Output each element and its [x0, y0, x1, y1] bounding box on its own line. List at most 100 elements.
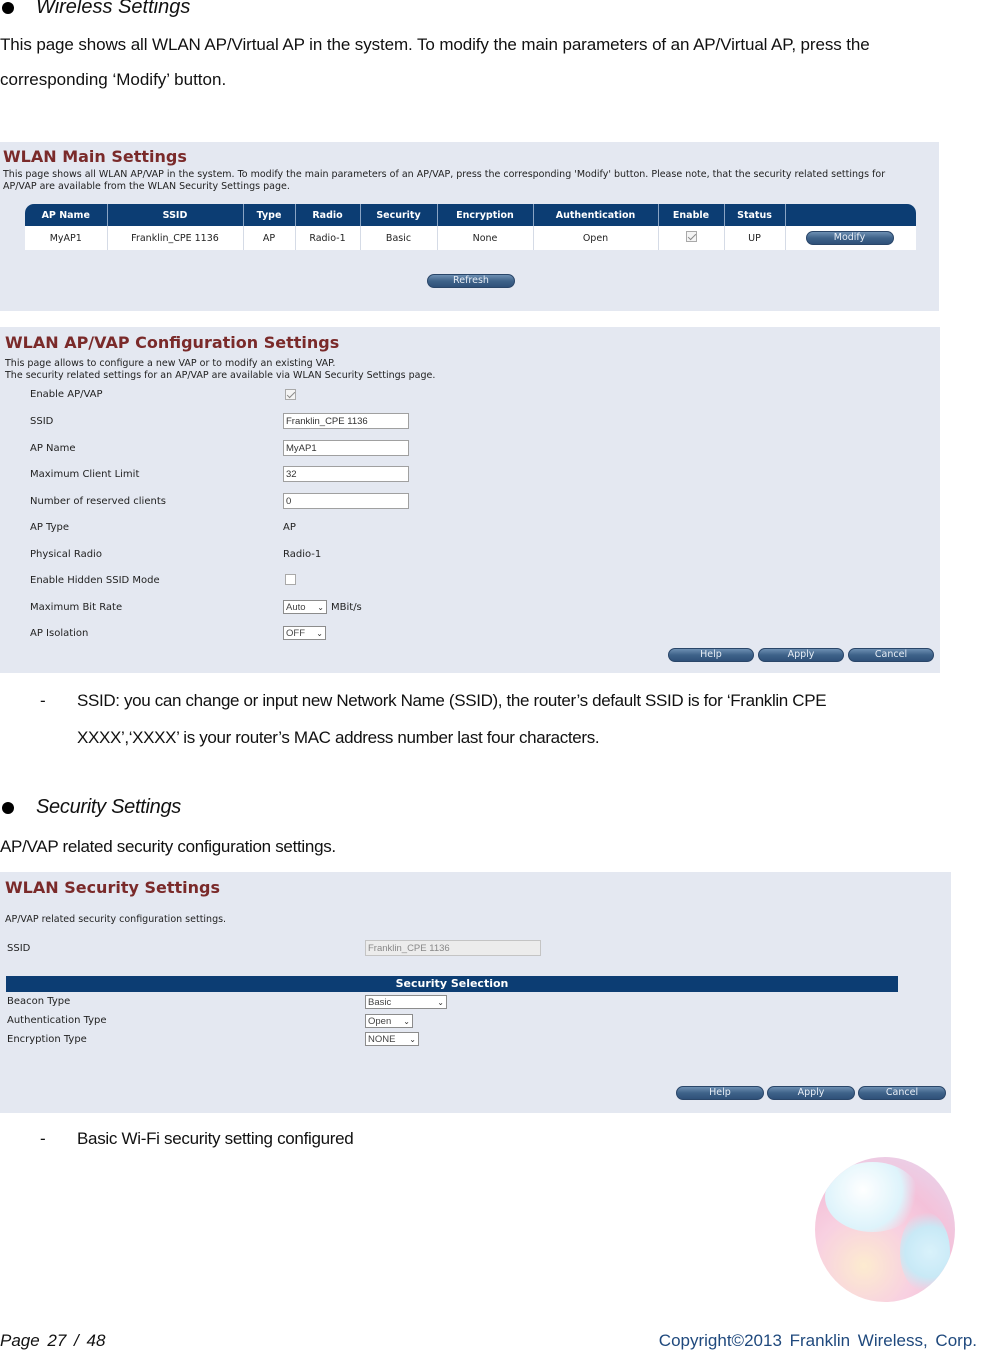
- cell-authentication: Open: [533, 226, 659, 250]
- cell-radio: Radio-1: [295, 226, 361, 250]
- wireless-paragraph: This page shows all WLAN AP/Virtual AP i…: [0, 27, 981, 97]
- desc-line: The security related settings for an AP/…: [5, 369, 436, 381]
- hidden-ssid-control: [285, 574, 296, 588]
- max-client-input[interactable]: [283, 466, 409, 482]
- chevron-down-icon: ⌄: [316, 628, 323, 638]
- heading-text: Security Settings: [36, 796, 181, 818]
- security-note: - Basic Wi-Fi security setting configure…: [40, 1120, 981, 1157]
- logo-swirl: [900, 1212, 950, 1292]
- hidden-ssid-checkbox[interactable]: [285, 574, 296, 585]
- apply-button[interactable]: Apply: [758, 648, 844, 662]
- note-line: XXXX’,‘XXXX’ is your router’s MAC addres…: [77, 728, 600, 747]
- ap-isolation-select[interactable]: OFF ⌄: [283, 626, 326, 640]
- modify-button[interactable]: Modify: [805, 231, 894, 245]
- note-line: SSID: you can change or input new Networ…: [77, 691, 827, 710]
- enable-ap-label: Enable AP/VAP: [30, 389, 103, 400]
- paragraph-line: corresponding ‘Modify’ button.: [0, 70, 227, 89]
- col-ssid: SSID: [107, 204, 244, 226]
- table-header-row: AP Name SSID Type Radio Security Encrypt…: [25, 204, 916, 226]
- cell-status: UP: [724, 226, 786, 250]
- table-row: MyAP1 Franklin_CPE 1136 AP Radio-1 Basic…: [25, 226, 916, 250]
- cell-type: AP: [243, 226, 296, 250]
- enable-checkbox[interactable]: [685, 231, 697, 242]
- col-security: Security: [360, 204, 438, 226]
- panel-title: WLAN Main Settings: [3, 147, 187, 166]
- hidden-ssid-label: Enable Hidden SSID Mode: [30, 575, 160, 586]
- ap-name-input[interactable]: [283, 440, 409, 456]
- cell-action: Modify: [785, 226, 916, 250]
- bullet-icon: [2, 1, 14, 14]
- col-status: Status: [724, 204, 786, 226]
- desc-line: AP/VAP are available from the WLAN Secur…: [3, 180, 290, 192]
- security-selection-header: Security Selection: [6, 976, 898, 992]
- note-line: Basic Wi-Fi security setting configured: [77, 1129, 354, 1148]
- beacon-type-label: Beacon Type: [7, 996, 71, 1007]
- ap-name-label: AP Name: [30, 443, 76, 454]
- max-client-label: Maximum Client Limit: [30, 469, 140, 480]
- max-bitrate-control: Auto ⌄ MBit/s: [283, 600, 362, 614]
- help-button[interactable]: Help: [676, 1086, 764, 1100]
- wlan-ap-table: AP Name SSID Type Radio Security Encrypt…: [25, 204, 916, 250]
- chevron-down-icon: ⌄: [409, 1034, 416, 1044]
- cell-enable: [658, 226, 725, 250]
- chevron-down-icon: ⌄: [317, 602, 324, 612]
- cell-security: Basic: [360, 226, 438, 250]
- col-radio: Radio: [295, 204, 361, 226]
- cancel-button[interactable]: Cancel: [848, 648, 934, 662]
- reserved-clients-input[interactable]: [283, 493, 409, 509]
- panel-title: WLAN Security Settings: [5, 878, 220, 897]
- max-client-control: [283, 466, 409, 482]
- ssid-label: SSID: [30, 416, 54, 427]
- panel-description: This page shows all WLAN AP/VAP in the s…: [3, 169, 933, 192]
- ssid-control: [283, 413, 409, 429]
- paragraph-line: This page shows all WLAN AP/Virtual AP i…: [0, 35, 870, 54]
- ssid-input[interactable]: [283, 413, 409, 429]
- ap-isolation-label: AP Isolation: [30, 628, 89, 639]
- bullet-icon: [2, 801, 14, 814]
- col-action: [785, 204, 916, 226]
- panel-description: This page allows to configure a new VAP …: [5, 358, 905, 381]
- ap-isolation-control: OFF ⌄: [283, 626, 326, 640]
- copyright-text: Copyright©2013 Franklin Wireless, Corp.: [658, 1331, 977, 1350]
- auth-type-select[interactable]: Open ⌄: [365, 1014, 413, 1028]
- dash-bullet: -: [40, 691, 46, 710]
- chevron-down-icon: ⌄: [437, 997, 444, 1007]
- select-value: Auto: [286, 601, 306, 613]
- col-enable: Enable: [658, 204, 725, 226]
- refresh-button[interactable]: Refresh: [427, 274, 515, 288]
- wlan-config-panel: WLAN AP/VAP Configuration Settings This …: [0, 327, 940, 673]
- enable-ap-control: [285, 389, 296, 403]
- ssid-note: - SSID: you can change or input new Netw…: [40, 682, 981, 756]
- enable-ap-checkbox[interactable]: [285, 389, 296, 400]
- panel-description: AP/VAP related security configuration se…: [5, 914, 227, 925]
- reserved-clients-control: [283, 493, 409, 509]
- wlan-security-panel: WLAN Security Settings AP/VAP related se…: [0, 872, 951, 1113]
- ap-type-label: AP Type: [30, 522, 70, 533]
- apply-button[interactable]: Apply: [767, 1086, 855, 1100]
- physical-radio-value: Radio-1: [283, 549, 322, 560]
- beacon-type-select[interactable]: Basic ⌄: [365, 995, 447, 1009]
- section-heading-security: Security Settings: [0, 796, 181, 819]
- desc-line: This page shows all WLAN AP/VAP in the s…: [3, 169, 886, 180]
- beacon-type-control: Basic ⌄: [365, 995, 447, 1009]
- panel-title: WLAN AP/VAP Configuration Settings: [5, 333, 340, 352]
- enc-type-label: Encryption Type: [7, 1034, 87, 1045]
- franklin-logo-icon: [815, 1157, 955, 1302]
- cell-ap-name: MyAP1: [25, 226, 108, 250]
- help-button[interactable]: Help: [668, 648, 754, 662]
- wlan-main-settings-panel: WLAN Main Settings This page shows all W…: [0, 142, 939, 311]
- enc-type-control: NONE ⌄: [365, 1032, 419, 1046]
- enc-type-select[interactable]: NONE ⌄: [365, 1032, 419, 1046]
- ap-name-control: [283, 440, 409, 456]
- logo-swirl: [825, 1162, 920, 1232]
- dash-bullet: -: [40, 1129, 46, 1148]
- col-encryption: Encryption: [437, 204, 534, 226]
- cell-ssid: Franklin_CPE 1136: [107, 226, 244, 250]
- select-value: Open: [368, 1015, 392, 1027]
- select-value: Basic: [368, 996, 392, 1008]
- security-ssid-input: [365, 940, 541, 956]
- max-bitrate-select[interactable]: Auto ⌄: [283, 600, 327, 614]
- cancel-button[interactable]: Cancel: [858, 1086, 946, 1100]
- reserved-clients-label: Number of reserved clients: [30, 496, 166, 507]
- security-ssid-control: [365, 940, 541, 956]
